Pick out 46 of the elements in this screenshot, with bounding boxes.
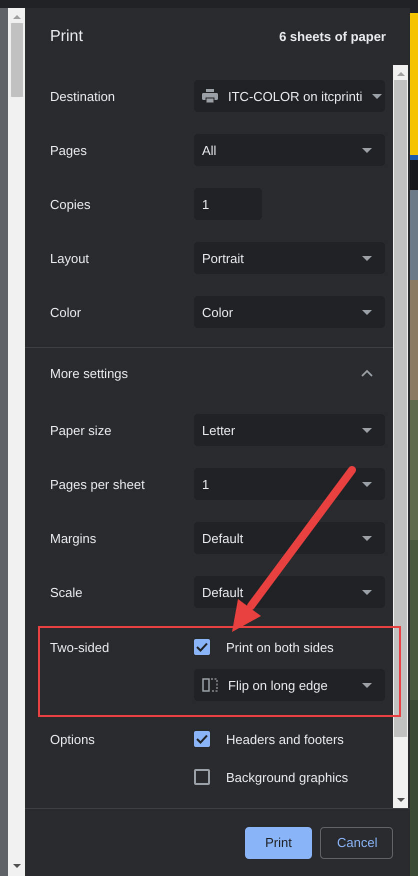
scrollbar[interactable] [8, 8, 25, 876]
dropdown[interactable]: Letter [194, 414, 385, 446]
dropdown-caret-icon [362, 536, 372, 540]
checkbox-label: Headers and footers [226, 732, 344, 746]
dropdown[interactable]: Color [194, 296, 385, 328]
setting-label: Pages per sheet [50, 476, 146, 492]
sheet-count: 6 sheets of paper [279, 29, 386, 44]
setting-label: Two-sided [50, 638, 110, 656]
dropdown[interactable]: 1 [194, 468, 385, 500]
dropdown-caret-icon [362, 482, 372, 486]
dropdown[interactable]: Default [194, 522, 385, 554]
dropdown-caret-icon [362, 256, 372, 260]
dropdown-caret-icon [372, 94, 382, 98]
setting-label: Paper size [50, 422, 112, 438]
checkbox[interactable] [194, 769, 210, 785]
copies-field[interactable]: 1 [194, 188, 262, 220]
dropdown-caret-icon [362, 148, 372, 152]
dropdown[interactable]: All [194, 134, 385, 166]
setting-label: Pages [50, 142, 88, 158]
printer-icon [202, 89, 218, 103]
dropdown[interactable]: Default [194, 576, 385, 608]
destination-dropdown[interactable]: ITC-COLOR on itcprinti [194, 80, 385, 112]
dropdown[interactable]: Flip on long edge [194, 669, 385, 701]
dropdown-caret-icon [362, 590, 372, 594]
flip-edge-icon [202, 677, 218, 693]
scrollbar[interactable] [393, 65, 408, 808]
dropdown-caret-icon [362, 682, 372, 688]
print-button[interactable]: Print [245, 826, 312, 858]
setting-label: Options [50, 730, 96, 749]
checkbox-label: Print on both sides [226, 640, 334, 654]
dropdown-caret-icon [362, 428, 372, 432]
dropdown-caret-icon [362, 310, 372, 314]
setting-label: Color [50, 304, 82, 320]
dialog-title: Print [50, 28, 83, 46]
setting-label: Layout [50, 250, 90, 266]
dropdown[interactable]: Portrait [194, 242, 385, 274]
more-settings-toggle[interactable]: More settings [50, 366, 128, 380]
checkbox[interactable] [194, 639, 210, 655]
chevron-up-icon[interactable] [361, 369, 373, 377]
setting-label: Scale [50, 584, 84, 600]
setting-label: Copies [50, 196, 92, 212]
checkbox[interactable] [194, 731, 210, 747]
setting-label: Margins [50, 530, 98, 546]
setting-label: Destination [50, 88, 116, 104]
checkbox-label: Background graphics [226, 770, 348, 784]
cancel-button[interactable]: Cancel [320, 826, 393, 858]
